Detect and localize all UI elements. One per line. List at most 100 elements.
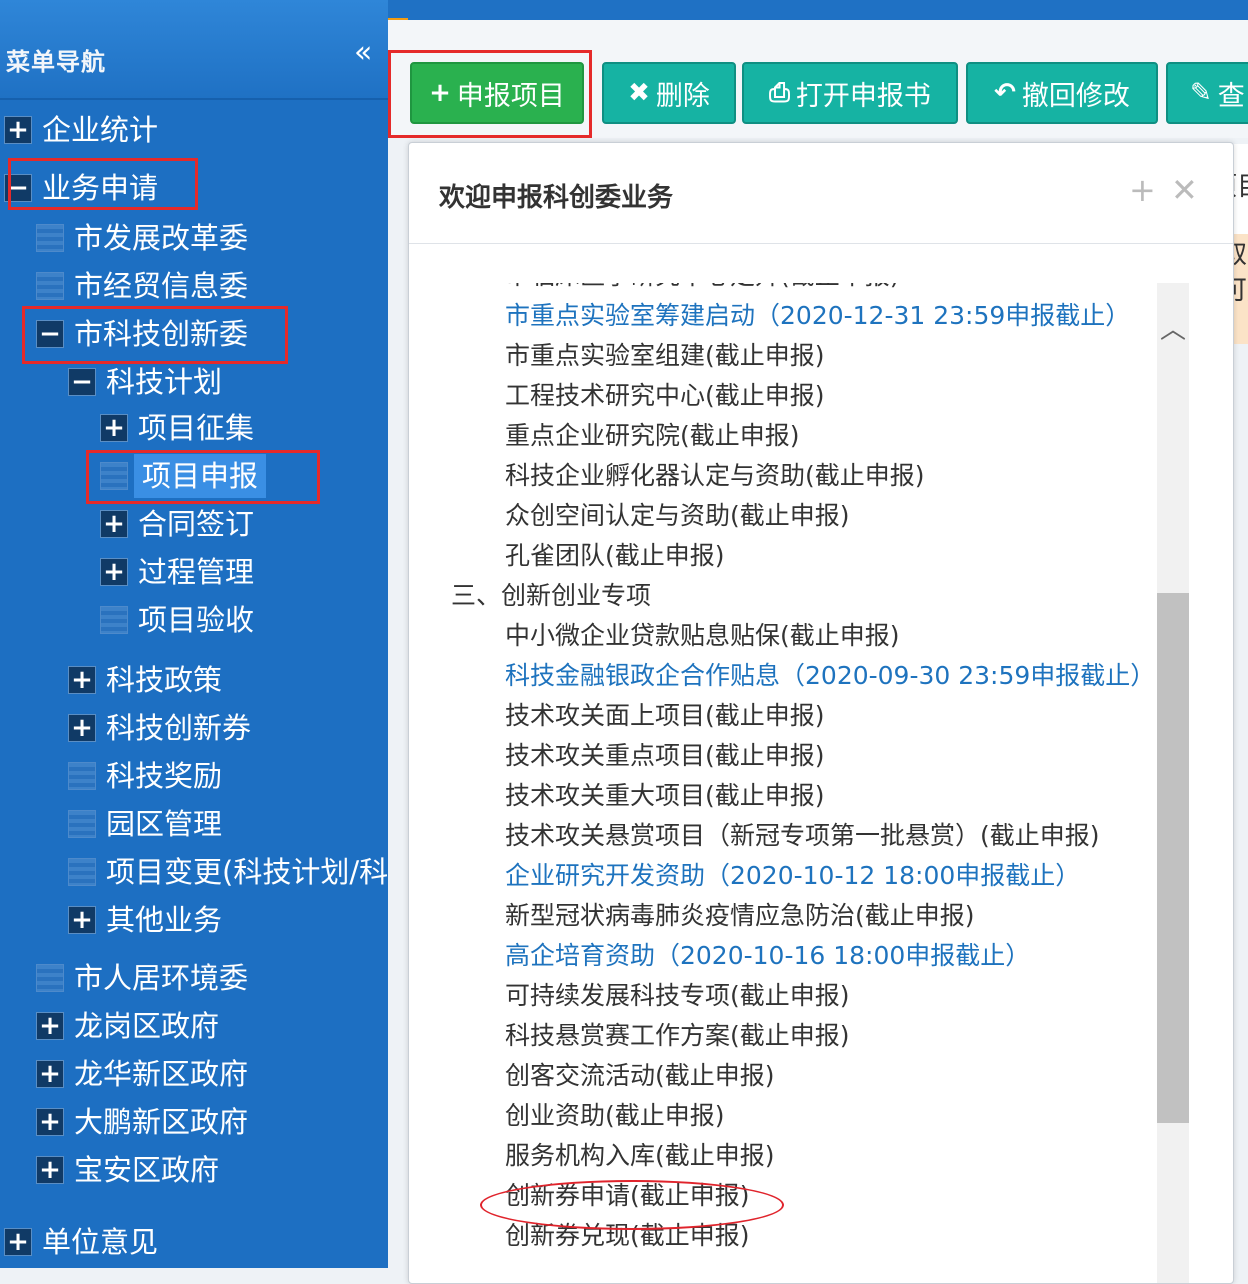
list-item[interactable]: 工程技术研究中心(截止申报) xyxy=(505,379,825,413)
sidebar-item-label: 科技创新券 xyxy=(106,711,252,745)
collapse-minus-icon[interactable]: − xyxy=(36,320,64,348)
delete-button[interactable]: ✖ 删除 xyxy=(602,62,736,124)
expand-plus-icon[interactable]: + xyxy=(68,906,96,934)
list-item[interactable]: 重点企业研究院(截止申报) xyxy=(505,419,800,453)
sidebar-item[interactable]: + 单位意见 xyxy=(4,1220,158,1264)
document-leaf-icon xyxy=(36,964,64,992)
list-item[interactable]: 可持续发展科技专项(截止申报) xyxy=(505,979,850,1013)
scrollbar-thumb[interactable] xyxy=(1157,593,1189,1123)
expand-plus-icon[interactable]: + xyxy=(100,510,128,538)
clipped-list-item[interactable]: 市临床医学研究中心定升(截止申报) xyxy=(505,283,900,293)
apply-project-button[interactable]: + 申报项目 xyxy=(410,62,584,124)
sidebar-item[interactable]: − 业务申请 xyxy=(4,166,158,210)
sidebar-item[interactable]: 市经贸信息委 xyxy=(36,264,248,308)
undo-arrow-icon: ↶ xyxy=(994,78,1016,108)
list-item[interactable]: 创客交流活动(截止申报) xyxy=(505,1059,775,1093)
sidebar-item[interactable]: + 合同签订 xyxy=(100,502,254,546)
sidebar-item[interactable]: 项目验收 xyxy=(100,598,254,642)
sidebar-item[interactable]: + 企业统计 xyxy=(4,108,158,152)
expand-plus-icon[interactable]: + xyxy=(36,1156,64,1184)
sidebar-item[interactable]: + 其他业务 xyxy=(68,898,222,942)
document-leaf-icon xyxy=(100,606,128,634)
expand-plus-icon[interactable]: + xyxy=(100,414,128,442)
sidebar-item[interactable]: + 龙华新区政府 xyxy=(36,1052,248,1096)
printer-icon: ⎙ xyxy=(769,77,790,108)
scrollbar-track[interactable]: ︿ xyxy=(1157,283,1189,1283)
sidebar-item-label: 其他业务 xyxy=(106,903,223,937)
sidebar-item[interactable]: + 项目征集 xyxy=(100,406,254,450)
collapse-minus-icon[interactable]: − xyxy=(4,174,32,202)
sidebar-item-label: 项目变更(科技计划/科 xyxy=(106,855,388,889)
expand-plus-icon[interactable]: + xyxy=(68,666,96,694)
open-application-button[interactable]: ⎙ 打开申报书 xyxy=(742,62,958,124)
sidebar-item-label: 企业统计 xyxy=(42,113,159,147)
sidebar-item[interactable]: 项目变更(科技计划/科 xyxy=(68,850,388,894)
sidebar-item[interactable]: + 宝安区政府 xyxy=(36,1148,219,1192)
list-item[interactable]: 技术攻关重点项目(截止申报) xyxy=(505,739,825,773)
sidebar-item-label: 龙岗区政府 xyxy=(74,1009,220,1043)
sidebar-item[interactable]: + 科技创新券 xyxy=(68,706,251,750)
sidebar-item[interactable]: 项目申报 xyxy=(100,454,267,498)
list-item[interactable]: 高企培育资助（2020-10-16 18:00申报截止） xyxy=(505,939,1030,973)
list-item[interactable]: 市重点实验室组建(截止申报) xyxy=(505,339,825,373)
list-item[interactable]: 孔雀团队(截止申报) xyxy=(505,539,725,573)
sidebar-item-label: 合同签订 xyxy=(138,507,255,541)
collapse-minus-icon[interactable]: − xyxy=(68,368,96,396)
view-label: 查 xyxy=(1217,80,1245,112)
document-leaf-icon xyxy=(68,858,96,886)
withdraw-edit-button[interactable]: ↶ 撤回修改 xyxy=(966,62,1158,124)
list-item[interactable]: 市重点实验室筹建启动（2020-12-31 23:59申报截止） xyxy=(505,299,1130,333)
sidebar-item[interactable]: 市人居环境委 xyxy=(36,956,248,1000)
sidebar-item-label: 项目征集 xyxy=(138,411,255,445)
list-item[interactable]: 服务机构入库(截止申报) xyxy=(505,1139,775,1173)
sidebar-item-label: 科技政策 xyxy=(106,663,223,697)
list-item[interactable]: 创新券申请(截止申报) xyxy=(505,1179,750,1213)
sidebar-item-label: 项目申报 xyxy=(134,454,267,498)
sidebar-item[interactable]: + 龙岗区政府 xyxy=(36,1004,219,1048)
list-item[interactable]: 创新券兑现(截止申报) xyxy=(505,1219,750,1253)
list-item[interactable]: 科技悬赏赛工作方案(截止申报) xyxy=(505,1019,850,1053)
sidebar-item[interactable]: − 市科技创新委 xyxy=(36,312,248,356)
sidebar-item-label: 市人居环境委 xyxy=(74,961,249,995)
expand-plus-icon[interactable]: + xyxy=(36,1012,64,1040)
list-item[interactable]: 技术攻关重大项目(截止申报) xyxy=(505,779,825,813)
list-item[interactable]: 科技企业孵化器认定与资助(截止申报) xyxy=(505,459,925,493)
expand-plus-icon[interactable]: + xyxy=(100,558,128,586)
sidebar-item-label: 科技计划 xyxy=(106,365,223,399)
list-item[interactable]: 新型冠状病毒肺炎疫情应急防治(截止申报) xyxy=(505,899,975,933)
sidebar-item[interactable]: 园区管理 xyxy=(68,802,222,846)
list-item[interactable]: 企业研究开发资助（2020-10-12 18:00申报截止） xyxy=(505,859,1080,893)
sidebar-item[interactable]: + 过程管理 xyxy=(100,550,254,594)
scroll-up-icon[interactable]: ︿ xyxy=(1157,309,1189,346)
sidebar-nav: 菜单导航 « + 企业统计 − 业务申请 市发展改革委 市经贸信息委 − 市科技创新委 − 科技计… xyxy=(0,0,388,1268)
expand-plus-icon[interactable]: + xyxy=(36,1108,64,1136)
expand-plus-icon[interactable]: + xyxy=(4,116,32,144)
delete-x-icon: ✖ xyxy=(628,78,650,108)
sidebar-item[interactable]: 科技奖励 xyxy=(68,754,222,798)
view-button[interactable]: ✎ 查 xyxy=(1166,62,1248,124)
dialog-title: 欢迎申报科创委业务 xyxy=(439,183,674,213)
sidebar-item[interactable]: 市发展改革委 xyxy=(36,216,248,260)
sidebar-item-label: 项目验收 xyxy=(138,603,255,637)
close-icon[interactable]: ✕ xyxy=(1171,171,1198,209)
sidebar-item[interactable]: + 科技政策 xyxy=(68,658,222,702)
list-item[interactable]: 技术攻关面上项目(截止申报) xyxy=(505,699,825,733)
expand-plus-icon[interactable]: + xyxy=(4,1228,32,1256)
document-leaf-icon xyxy=(100,462,128,490)
dialog-header: 欢迎申报科创委业务 + ✕ xyxy=(409,143,1233,244)
open-application-label: 打开申报书 xyxy=(795,80,931,112)
list-item[interactable]: 技术攻关悬赏项目（新冠专项第一批悬赏）(截止申报) xyxy=(505,819,1100,853)
list-item[interactable]: 众创空间认定与资助(截止申报) xyxy=(505,499,850,533)
list-item[interactable]: 创业资助(截止申报) xyxy=(505,1099,725,1133)
edit-icon: ✎ xyxy=(1190,78,1212,108)
expand-plus-icon[interactable]: + xyxy=(68,714,96,742)
expand-plus-icon[interactable]: + xyxy=(36,1060,64,1088)
sidebar-item[interactable]: − 科技计划 xyxy=(68,360,222,404)
sidebar-item[interactable]: + 大鹏新区政府 xyxy=(36,1100,248,1144)
apply-project-label: 申报项目 xyxy=(456,80,565,112)
collapse-sidebar-icon[interactable]: « xyxy=(354,38,372,68)
toolbar: + 申报项目 ✖ 删除 ⎙ 打开申报书 ↶ 撤回修改 ✎ 查 xyxy=(388,20,1248,138)
list-item[interactable]: 科技金融银政企合作贴息（2020-09-30 23:59申报截止） xyxy=(505,659,1155,693)
maximize-icon[interactable]: + xyxy=(1129,171,1156,209)
list-item[interactable]: 中小微企业贷款贴息贴保(截止申报) xyxy=(505,619,900,653)
